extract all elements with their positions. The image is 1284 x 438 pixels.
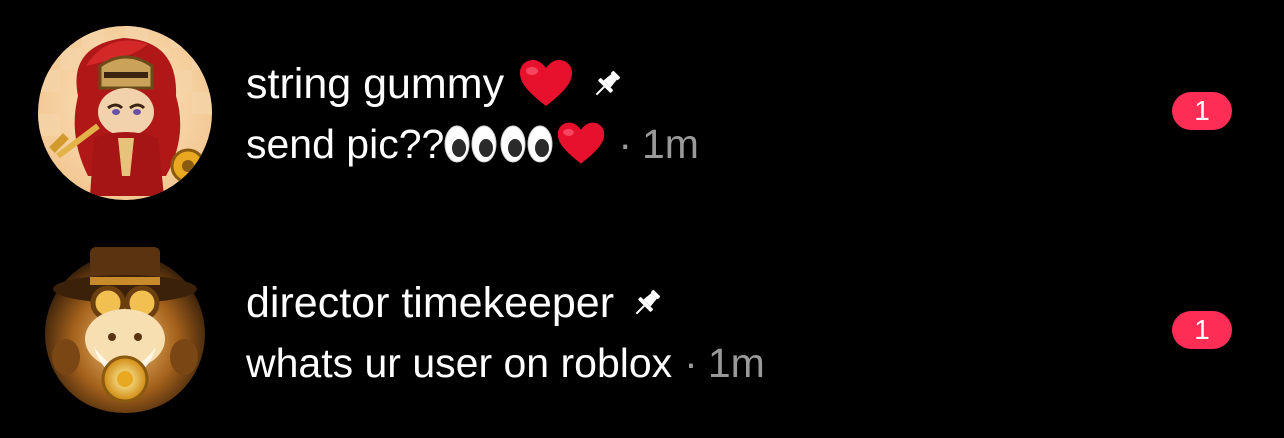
pin-icon (630, 286, 664, 320)
pin-icon (590, 67, 624, 101)
message-preview-text: whats ur user on roblox (246, 340, 673, 386)
message-preview: whats ur user on roblox · 1m (246, 338, 765, 388)
message-preview-text: send pic?? (246, 121, 445, 167)
unread-badge: 1 (1172, 92, 1232, 130)
contact-name-text: string gummy (246, 60, 505, 108)
contact-name: director timekeeper (246, 277, 664, 329)
conversation-list: string gummy send pic?? · 1m 1 director … (0, 0, 1284, 438)
timestamp: 1m (707, 340, 765, 386)
red-heart-icon (518, 59, 574, 109)
contact-name: string gummy (246, 58, 624, 110)
message-preview: send pic?? · 1m (246, 119, 699, 169)
avatar-image (38, 26, 212, 200)
conversation-row[interactable]: string gummy send pic?? · 1m 1 (0, 0, 1284, 219)
separator-dot: · (684, 340, 698, 386)
avatar[interactable] (38, 26, 212, 200)
avatar[interactable] (38, 239, 212, 413)
conversation-row[interactable]: director timekeeper whats ur user on rob… (0, 219, 1284, 438)
red-heart-icon (556, 121, 606, 167)
timestamp: 1m (641, 121, 699, 167)
contact-name-text: director timekeeper (246, 279, 615, 327)
unread-badge: 1 (1172, 311, 1232, 349)
eyes-icon (444, 124, 500, 164)
avatar-image (38, 239, 212, 413)
separator-dot: · (618, 121, 632, 167)
eyes-icon (500, 124, 556, 164)
